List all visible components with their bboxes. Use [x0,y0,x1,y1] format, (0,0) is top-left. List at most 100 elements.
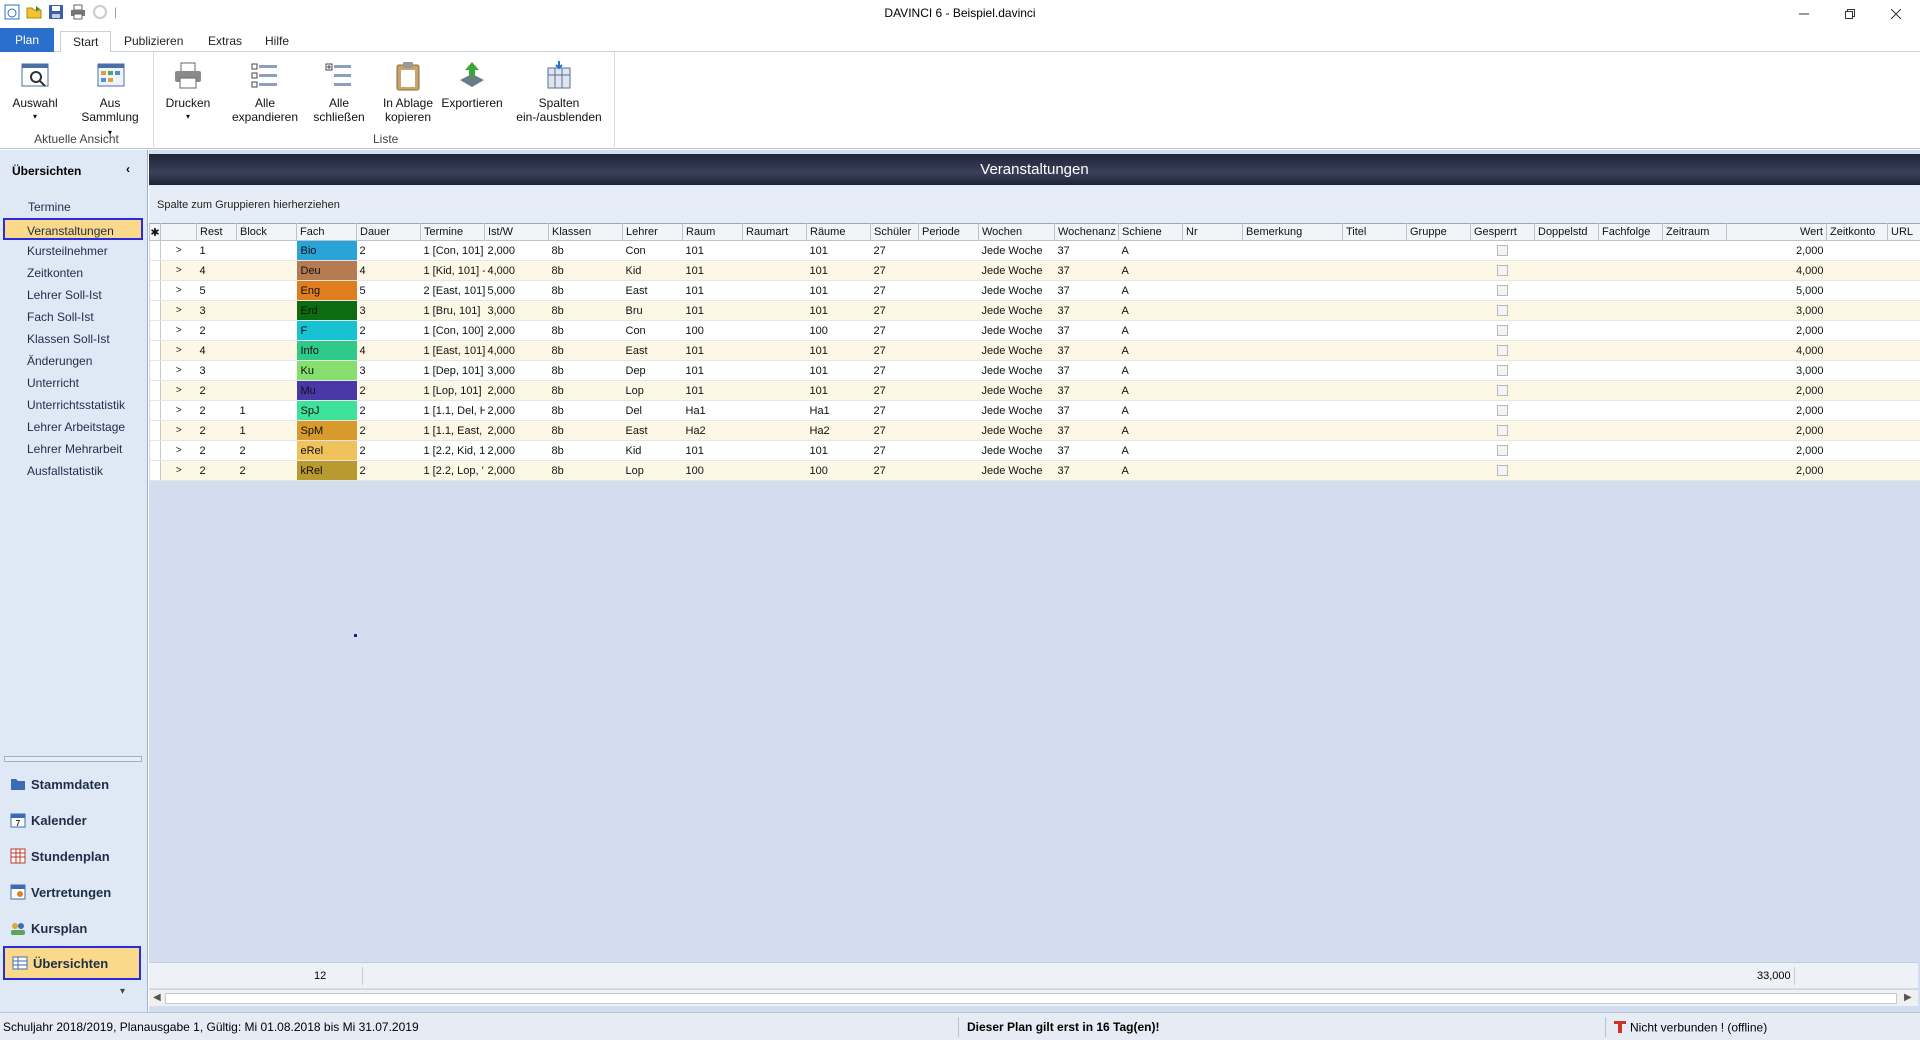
gesperrt-checkbox[interactable] [1497,305,1508,317]
cell-zeitkonto[interactable] [1826,420,1888,441]
cell-zeitraum[interactable] [1662,420,1727,441]
nav-kalender[interactable]: 7 Kalender [0,803,148,837]
cell-raum[interactable]: Ha2 [682,420,743,441]
cell-raeume[interactable]: 101 [806,340,871,361]
expand-row-icon[interactable]: > [160,400,197,421]
cell-raumart[interactable] [742,340,807,361]
cell-fachfolge[interactable] [1598,280,1663,301]
column-header-block[interactable]: Block [236,223,297,241]
cell-schueler[interactable]: 27 [870,320,919,341]
sidebar-item-lehrer-mehrarbeit[interactable]: Lehrer Mehrarbeit [0,438,148,460]
cell-istw[interactable]: 2,000 [484,240,549,261]
cell-klassen[interactable]: 8b [548,420,623,441]
cell-wochen[interactable]: Jede Woche [978,460,1055,481]
row-selector[interactable] [149,300,161,321]
cell-schiene[interactable]: A [1118,300,1183,321]
cell-istw[interactable]: 2,000 [484,320,549,341]
cell-rest[interactable]: 2 [196,320,237,341]
cell-istw[interactable]: 2,000 [484,420,549,441]
cell-zeitraum[interactable] [1662,440,1727,461]
cell-fachfolge[interactable] [1598,240,1663,261]
row-selector[interactable] [149,240,161,261]
cell-schueler[interactable]: 27 [870,340,919,361]
cell-wochenanz[interactable]: 37 [1054,260,1119,281]
cell-wert[interactable]: 2,000 [1726,400,1827,421]
column-header-wochenanz[interactable]: Wochenanz [1054,223,1119,241]
cell-fach[interactable]: Eng [296,280,357,301]
cell-wert[interactable]: 4,000 [1726,260,1827,281]
sidebar-item-klassen-soll-ist[interactable]: Klassen Soll-Ist [0,328,148,350]
cell-raumart[interactable] [742,380,807,401]
expand-row-icon[interactable]: > [160,420,197,441]
cell-periode[interactable] [918,320,979,341]
more-nav-icon[interactable]: ▾ [120,986,125,997]
sidebar-item-ausfallstatistik[interactable]: Ausfallstatistik [0,460,148,482]
cell-gruppe[interactable] [1406,320,1471,341]
cell-schueler[interactable]: 27 [870,300,919,321]
column-header-schiene[interactable]: Schiene [1118,223,1183,241]
cell-doppelstd[interactable] [1534,300,1599,321]
cell-url[interactable] [1887,440,1920,461]
sidebar-item-veranstaltungen[interactable]: Veranstaltungen [3,218,143,240]
cell-raumart[interactable] [742,260,807,281]
expand-row-icon[interactable]: > [160,380,197,401]
table-row[interactable]: >2 1 SpM 2 1 [1.1, East, 2,000 8b East Ha2 Ha2 27 J… [149,420,1920,441]
cell-zeitkonto[interactable] [1826,300,1888,321]
expand-row-icon[interactable]: > [160,360,197,381]
cell-bemerkung[interactable] [1242,300,1343,321]
cell-doppelstd[interactable] [1534,340,1599,361]
cell-raum[interactable]: 101 [682,300,743,321]
column-header-gesperrt[interactable]: Gesperrt [1470,223,1535,241]
cell-rest[interactable]: 2 [196,440,237,461]
cell-gruppe[interactable] [1406,280,1471,301]
cell-termine[interactable]: 1 [Dep, 101] [420,360,485,381]
cell-wert[interactable]: 2,000 [1726,320,1827,341]
expand-row-icon[interactable]: > [160,340,197,361]
exportieren-button[interactable]: Exportieren [437,60,507,110]
gesperrt-checkbox[interactable] [1497,425,1508,437]
cell-block[interactable] [236,320,297,341]
cell-zeitkonto[interactable] [1826,400,1888,421]
column-header-zeitkonto[interactable]: Zeitkonto [1826,223,1888,241]
cell-zeitkonto[interactable] [1826,320,1888,341]
column-header-dauer[interactable]: Dauer [356,223,421,241]
cell-wochen[interactable]: Jede Woche [978,300,1055,321]
cell-raeume[interactable]: 101 [806,300,871,321]
cell-wochen[interactable]: Jede Woche [978,400,1055,421]
cell-lehrer[interactable]: Bru [622,300,683,321]
cell-gruppe[interactable] [1406,460,1471,481]
cell-istw[interactable]: 3,000 [484,300,549,321]
cell-doppelstd[interactable] [1534,380,1599,401]
cell-doppelstd[interactable] [1534,460,1599,481]
expand-row-icon[interactable]: > [160,280,197,301]
cell-schueler[interactable]: 27 [870,440,919,461]
cell-periode[interactable] [918,400,979,421]
cell-url[interactable] [1887,460,1920,481]
cell-bemerkung[interactable] [1242,400,1343,421]
cell-nr[interactable] [1182,240,1243,261]
row-selector[interactable] [149,340,161,361]
cell-rest[interactable]: 5 [196,280,237,301]
cell-wochen[interactable]: Jede Woche [978,260,1055,281]
column-header-rest[interactable]: Rest [196,223,237,241]
cell-schiene[interactable]: A [1118,260,1183,281]
cell-nr[interactable] [1182,440,1243,461]
cell-raum[interactable]: 101 [682,340,743,361]
sidebar-item-aenderungen[interactable]: Änderungen [0,350,148,372]
cell-schiene[interactable]: A [1118,380,1183,401]
cell-schiene[interactable]: A [1118,420,1183,441]
cell-lehrer[interactable]: Lop [622,460,683,481]
cell-termine[interactable]: 1 [Con, 100] [420,320,485,341]
cell-klassen[interactable]: 8b [548,320,623,341]
cell-raum[interactable]: 101 [682,440,743,461]
cell-nr[interactable] [1182,340,1243,361]
cell-raum[interactable]: 101 [682,240,743,261]
row-selector[interactable] [149,420,161,441]
cell-bemerkung[interactable] [1242,280,1343,301]
drucken-button[interactable]: Drucken ▾ [163,60,213,124]
cell-fachfolge[interactable] [1598,300,1663,321]
cell-url[interactable] [1887,320,1920,341]
cell-raeume[interactable]: 101 [806,440,871,461]
cell-titel[interactable] [1342,420,1407,441]
cell-istw[interactable]: 3,000 [484,360,549,381]
